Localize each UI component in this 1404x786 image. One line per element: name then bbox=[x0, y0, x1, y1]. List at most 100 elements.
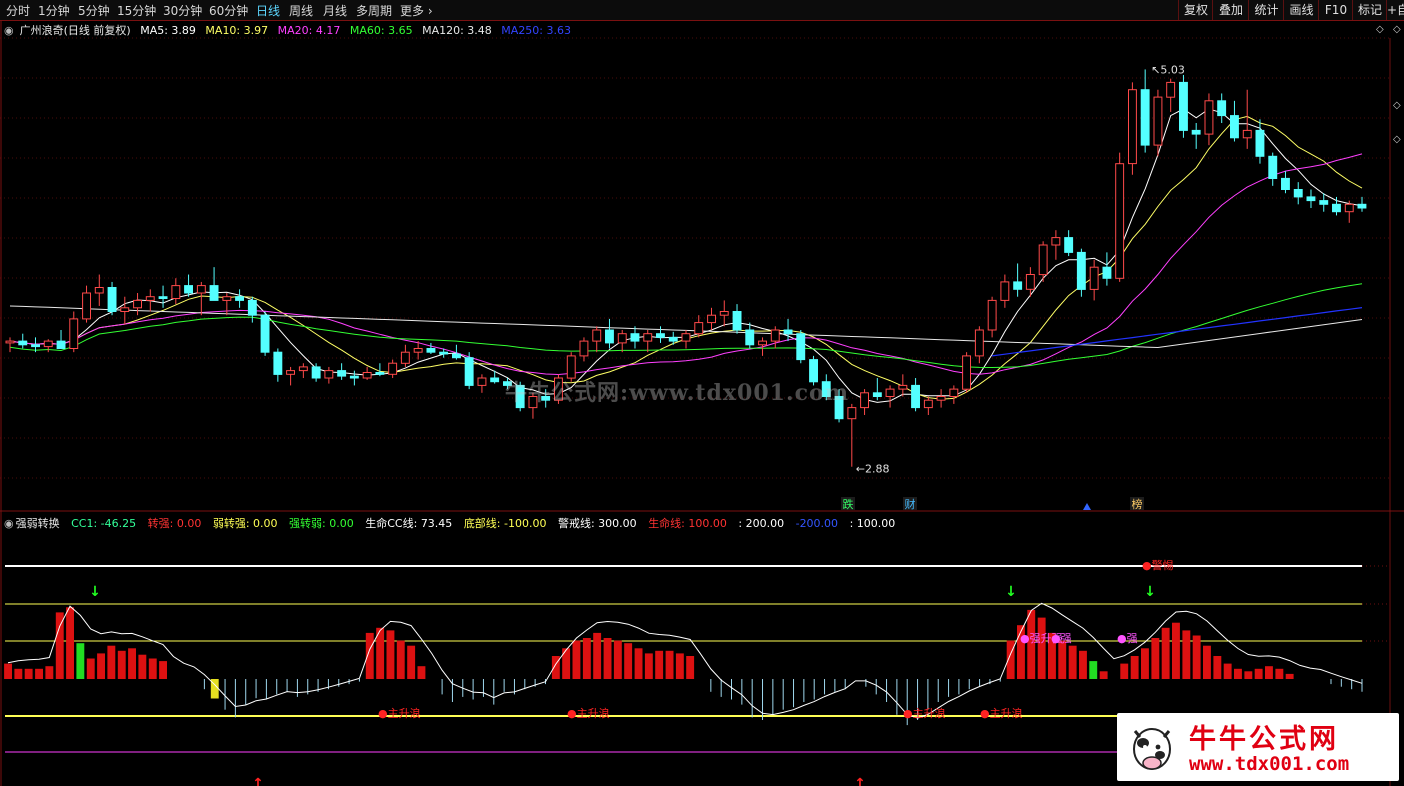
period-tab-30min[interactable]: 30分钟 bbox=[163, 2, 202, 19]
period-tab-weekly[interactable]: 周线 bbox=[289, 2, 313, 19]
candle bbox=[439, 351, 449, 355]
indicator-bar bbox=[1161, 627, 1170, 679]
candle bbox=[962, 355, 971, 390]
candle bbox=[82, 292, 91, 320]
indicator-bar bbox=[386, 630, 395, 679]
candle bbox=[337, 370, 347, 377]
main-legend: ◉ 广州浪奇(日线 前复权) MA5: 3.89 MA10: 3.97 MA20:… bbox=[4, 22, 577, 38]
up-triangle-icon bbox=[1083, 503, 1091, 510]
indicator-bar bbox=[396, 640, 405, 679]
candle bbox=[1255, 129, 1265, 157]
period-tab-monthly[interactable]: 月线 bbox=[323, 2, 347, 19]
arrow-up-icon: ↑ bbox=[252, 776, 264, 786]
indicator-annotation: ●主升浪 bbox=[903, 706, 946, 720]
settings-circle-icon[interactable]: ◉ bbox=[4, 24, 14, 37]
arrow-down-icon: ↓ bbox=[1144, 584, 1156, 600]
level-200-label: : 200.00 bbox=[738, 517, 785, 530]
indicator-bar bbox=[1068, 645, 1077, 679]
diamond-icon-3[interactable]: ◇ bbox=[1393, 100, 1401, 111]
candle bbox=[69, 318, 79, 349]
period-tab-timeshare[interactable]: 分时 bbox=[6, 2, 30, 19]
candle bbox=[592, 329, 602, 342]
indicator-bar bbox=[613, 640, 622, 679]
overlay-button[interactable]: 叠加 bbox=[1212, 0, 1249, 20]
ma250-line bbox=[992, 307, 1363, 357]
candle bbox=[936, 396, 946, 401]
candle bbox=[349, 375, 359, 379]
candle bbox=[388, 362, 398, 375]
period-tab-more[interactable]: 更多 › bbox=[400, 2, 433, 19]
indicator-circle-icon[interactable]: ◉ bbox=[4, 517, 14, 530]
candle bbox=[362, 372, 372, 379]
candle bbox=[31, 344, 41, 348]
candle bbox=[987, 299, 997, 331]
level-100-label: : 100.00 bbox=[849, 517, 896, 530]
indicator-bar bbox=[128, 648, 136, 679]
candle bbox=[745, 329, 755, 346]
diamond-icon[interactable]: ◇ bbox=[1376, 24, 1384, 35]
f10-button[interactable]: F10 bbox=[1318, 0, 1353, 20]
arrow-down-icon: ↓ bbox=[89, 584, 101, 600]
candle bbox=[719, 311, 729, 316]
indicator-bar bbox=[603, 638, 612, 679]
ma5-label: MA5: 3.89 bbox=[140, 24, 196, 37]
candle bbox=[209, 285, 219, 301]
indicator-bar bbox=[159, 661, 167, 679]
ma10-label: MA10: 3.97 bbox=[205, 24, 269, 37]
indicator-annotation: ●主升浪 bbox=[980, 706, 1023, 720]
period-tab-15min[interactable]: 15分钟 bbox=[117, 2, 156, 19]
stock-title: 广州浪奇(日线 前复权) bbox=[19, 24, 131, 37]
indicator-bar bbox=[138, 654, 147, 679]
candle bbox=[681, 333, 691, 342]
period-tab-daily[interactable]: 日线 bbox=[256, 2, 280, 19]
candle bbox=[311, 366, 321, 379]
candle bbox=[885, 388, 895, 398]
ma120-label: MA120: 3.48 bbox=[422, 24, 492, 37]
indicator-bar bbox=[1120, 663, 1129, 679]
candle bbox=[477, 377, 487, 386]
candle bbox=[1242, 129, 1252, 139]
indicator-bar bbox=[665, 650, 674, 679]
indicator-bar bbox=[1265, 666, 1273, 679]
indicator-bar bbox=[1151, 638, 1160, 679]
candle bbox=[1344, 203, 1354, 213]
candle bbox=[579, 340, 589, 357]
indicator-bar bbox=[572, 640, 581, 679]
candle bbox=[1293, 189, 1303, 198]
cow-icon bbox=[1133, 728, 1171, 770]
candle bbox=[630, 333, 640, 342]
candle bbox=[43, 340, 53, 348]
candle bbox=[1000, 281, 1010, 301]
qiangzhuanruo-label: 强转弱: 0.00 bbox=[289, 517, 354, 530]
mark-button[interactable]: 标记 bbox=[1352, 0, 1387, 20]
diamond-icon-2[interactable]: ◇ bbox=[1393, 24, 1401, 35]
arrow-down-icon: ↓ bbox=[1005, 584, 1017, 600]
candle bbox=[1013, 281, 1023, 290]
diamond-icon-4[interactable]: ◇ bbox=[1393, 134, 1401, 145]
indicator-bar bbox=[76, 643, 85, 679]
indicator-annotation: ●警惕 bbox=[1142, 558, 1174, 572]
candle bbox=[184, 285, 194, 294]
period-tab-multi[interactable]: 多周期 bbox=[356, 2, 392, 19]
candle bbox=[286, 370, 296, 375]
ruozhuanqiang-label: 弱转强: 0.00 bbox=[212, 517, 278, 530]
candle bbox=[1102, 266, 1112, 279]
draw-button[interactable]: 画线 bbox=[1283, 0, 1319, 20]
stats-button[interactable]: 统计 bbox=[1248, 0, 1284, 20]
arrow-up-icon: ↑ bbox=[854, 776, 866, 786]
chevron-right-icon: › bbox=[424, 4, 433, 18]
indicator-bar bbox=[66, 607, 74, 679]
candle bbox=[1191, 129, 1201, 135]
candle bbox=[617, 333, 627, 344]
indicator-bar bbox=[644, 653, 653, 679]
custom-button[interactable]: +自 bbox=[1386, 0, 1404, 20]
candle bbox=[400, 351, 410, 364]
candle bbox=[5, 340, 15, 344]
period-tab-1min[interactable]: 1分钟 bbox=[38, 2, 70, 19]
candle bbox=[145, 296, 155, 301]
fuquan-button[interactable]: 复权 bbox=[1178, 0, 1213, 20]
period-tab-60min[interactable]: 60分钟 bbox=[209, 2, 248, 19]
candle bbox=[668, 336, 678, 342]
event-marker: 榜 bbox=[1132, 497, 1143, 511]
period-tab-5min[interactable]: 5分钟 bbox=[78, 2, 110, 19]
